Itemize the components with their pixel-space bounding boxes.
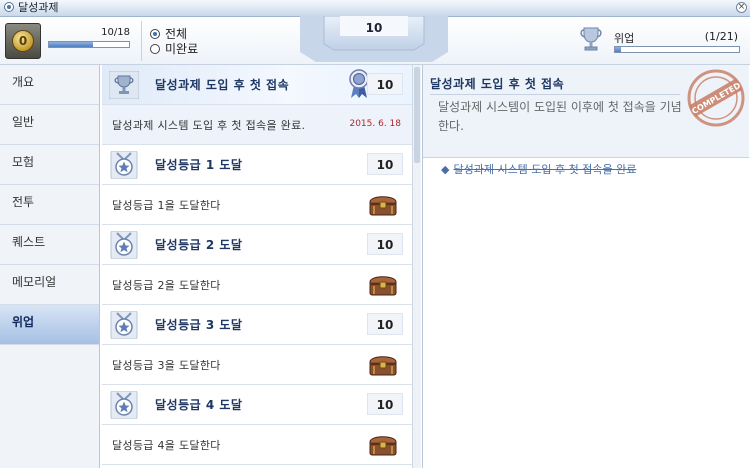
progress-text: 10/18 <box>101 27 130 38</box>
rank-badge: 0 <box>5 23 41 59</box>
window-title: 달성과제 <box>18 1 59 14</box>
radio-incomplete[interactable] <box>150 43 160 54</box>
achievement-description: 달성등급 1을 도달한다 <box>112 199 221 212</box>
category-progress-bar <box>614 46 740 53</box>
progress-bar-fill <box>49 42 94 47</box>
achievement-title: 달성등급 4 도달 <box>155 398 243 412</box>
trophy-icon <box>580 27 602 51</box>
achievement-score: 10 <box>367 313 403 335</box>
achievement-description: 달성등급 3을 도달한다 <box>112 359 221 372</box>
category-label: 위업 <box>614 32 635 45</box>
treasure-chest-icon <box>369 356 397 376</box>
achievement-score: 10 <box>367 233 403 255</box>
achievement-score: 10 <box>367 153 403 175</box>
total-score: 10 <box>365 21 383 35</box>
achievement-description: 달성등급 4을 도달한다 <box>112 439 221 452</box>
progress-bar <box>48 41 130 48</box>
achievement-description-row[interactable]: 달성등급 2을 도달한다 <box>102 265 412 305</box>
medal-icon <box>110 391 138 419</box>
filter-incomplete-option[interactable]: 미완료 <box>150 40 198 57</box>
medal-icon <box>110 311 138 339</box>
sidebar-item-quest[interactable]: 퀘스트 <box>0 225 99 265</box>
medal-icon <box>110 151 138 179</box>
achievement-list: 달성과제 도입 후 첫 접속 10 달성과제 시스템 도입 후 첫 접속을 완료… <box>102 65 412 468</box>
list-scrollbar[interactable] <box>412 65 421 468</box>
rank-coin-icon: 0 <box>12 30 34 52</box>
sidebar-item-battle[interactable]: 전투 <box>0 185 99 225</box>
achievement-description: 달성과제 시스템 도입 후 첫 접속을 완료. <box>112 119 306 132</box>
category-progress-fill <box>615 47 621 52</box>
sidebar-item-general[interactable]: 일반 <box>0 105 99 145</box>
close-button[interactable]: × <box>736 2 747 13</box>
objective-item: ◆ 달성과제 시스템 도입 후 첫 접속을 완료 <box>441 161 636 177</box>
trophy-icon <box>109 71 139 99</box>
treasure-chest-icon <box>369 196 397 216</box>
sidebar-item-adventure[interactable]: 모험 <box>0 145 99 185</box>
scrollbar-thumb[interactable] <box>414 67 420 163</box>
achievement-title: 달성등급 1 도달 <box>155 158 243 172</box>
objective-text: 달성과제 시스템 도입 후 첫 접속을 완료 <box>453 163 637 176</box>
achievement-header[interactable]: 달성등급 3 도달 10 <box>102 305 412 345</box>
detail-title: 달성과제 도입 후 첫 접속 <box>430 77 565 91</box>
medal-icon <box>110 231 138 259</box>
achievement-detail-panel: 달성과제 도입 후 첫 접속 달성과제 시스템이 도입된 이후에 첫 접속을 기… <box>422 65 750 468</box>
achievement-title: 달성등급 3 도달 <box>155 318 243 332</box>
sidebar-item-feat[interactable]: 위업 <box>0 305 99 345</box>
header-panel: 0 10/18 전체 미완료 10 위업 (1/21) <box>0 16 750 65</box>
sidebar-item-memorial[interactable]: 메모리얼 <box>0 265 99 305</box>
achievement-title: 달성과제 도입 후 첫 접속 <box>155 78 290 92</box>
radio-all[interactable] <box>150 28 160 39</box>
treasure-chest-icon <box>369 436 397 456</box>
completed-stamp-icon: COMPLETED <box>687 69 745 127</box>
category-count: (1/21) <box>704 30 738 43</box>
treasure-chest-icon <box>369 276 397 296</box>
completion-date: 2015. 6. 18 <box>349 119 401 129</box>
detail-title-underline <box>430 94 680 95</box>
bullet-icon: ◆ <box>441 163 450 176</box>
filter-incomplete-label: 미완료 <box>165 42 199 56</box>
achievement-description-row[interactable]: 달성과제 시스템 도입 후 첫 접속을 완료. 2015. 6. 18 <box>102 105 412 145</box>
detail-description: 달성과제 시스템이 도입된 이후에 첫 접속을 기념한다. <box>438 100 682 133</box>
window-titlebar: 달성과제 × <box>0 0 750 17</box>
achievement-header[interactable]: 달성등급 1 도달 10 <box>102 145 412 185</box>
detail-header: 달성과제 도입 후 첫 접속 달성과제 시스템이 도입된 이후에 첫 접속을 기… <box>423 65 749 158</box>
achievement-score: 10 <box>367 73 403 95</box>
window-icon <box>4 2 14 12</box>
achievement-title: 달성등급 2 도달 <box>155 238 243 252</box>
achievement-header[interactable]: 달성과제 도입 후 첫 접속 10 <box>102 65 412 105</box>
achievement-header[interactable]: 달성등급 4 도달 10 <box>102 385 412 425</box>
achievement-description: 달성등급 2을 도달한다 <box>112 279 221 292</box>
achievement-header[interactable]: 달성등급 2 도달 10 <box>102 225 412 265</box>
sidebar-item-overview[interactable]: 개요 <box>0 65 99 105</box>
achievement-score: 10 <box>367 393 403 415</box>
achievement-description-row[interactable]: 달성등급 3을 도달한다 <box>102 345 412 385</box>
category-sidebar: 개요 일반 모험 전투 퀘스트 메모리얼 위업 <box>0 65 100 468</box>
achievement-description-row[interactable]: 달성등급 4을 도달한다 <box>102 425 412 465</box>
achievement-description-row[interactable]: 달성등급 1을 도달한다 <box>102 185 412 225</box>
header-divider <box>141 21 142 61</box>
